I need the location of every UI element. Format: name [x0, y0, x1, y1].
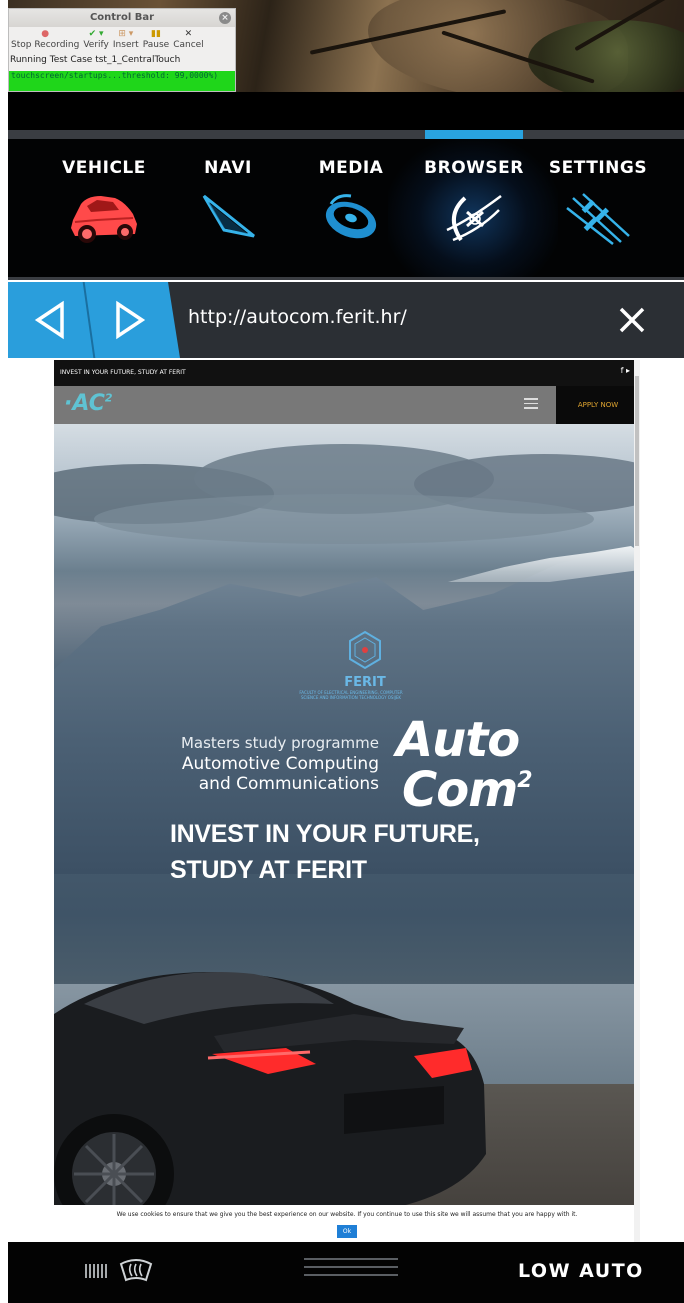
navigation-arrow-icon [202, 194, 255, 238]
tab-navi-label: NAVI [204, 158, 252, 178]
autocom-logo-auto: Auto [396, 712, 520, 768]
cookie-ok-button[interactable]: Ok [336, 1225, 358, 1238]
climate-mode-text[interactable]: LOW AUTO [518, 1260, 644, 1282]
tab-navi[interactable]: NAVI [168, 158, 288, 246]
ferit-subtitle: FACULTY OF ELECTRICAL ENGINEERING, COMPU… [299, 690, 403, 700]
social-icons[interactable]: f ▸ [621, 366, 630, 375]
pause-icon: ▮▮ [151, 29, 161, 39]
drawer-handle[interactable] [304, 1258, 398, 1280]
site-navigation: ·AC2 APPLY NOW [54, 386, 640, 424]
site-tagline: INVEST IN YOUR FUTURE, STUDY AT FERIT [60, 369, 186, 376]
tab-browser-label: BROWSER [424, 158, 524, 178]
site-logo[interactable]: ·AC2 [64, 391, 113, 416]
cancel-button[interactable]: ✕ Cancel [171, 29, 206, 53]
tab-media-label: MEDIA [318, 158, 384, 178]
tab-media[interactable]: MEDIA [291, 158, 411, 246]
settings-sliders-icon [566, 193, 630, 245]
active-tab-indicator [425, 130, 523, 139]
screen: Control Bar × ● Stop Recording ✔ ▾ Verif… [0, 0, 684, 1303]
status-band [8, 92, 684, 130]
close-icon[interactable]: × [219, 12, 231, 24]
cookie-message: We use cookies to ensure that we give yo… [116, 1211, 578, 1218]
ferit-logo: FERIT FACULTY OF ELECTRICAL ENGINEERING,… [299, 630, 406, 700]
climate-bar: LOW AUTO [8, 1242, 684, 1303]
programme-line-2: and Communications [198, 774, 379, 794]
insert-button[interactable]: ⊞ ▾ Insert [111, 29, 141, 53]
browser-globe-icon [446, 194, 502, 242]
check-icon: ✔ ▾ [88, 29, 104, 39]
pause-button[interactable]: ▮▮ Pause [141, 29, 171, 53]
hero-heading-line-1: INVEST IN YOUR FUTURE, [170, 820, 480, 848]
tab-settings[interactable]: SETTINGS [538, 158, 658, 246]
control-bar-title: Control Bar × [9, 9, 235, 27]
site-top-bar: INVEST IN YOUR FUTURE, STUDY AT FERIT f … [54, 360, 640, 386]
rear-defrost-icon[interactable] [84, 1262, 110, 1280]
front-defrost-icon[interactable] [118, 1256, 154, 1284]
car-icon [71, 196, 137, 243]
url-field[interactable]: http://autocom.ferit.hr/ [188, 306, 407, 328]
hero-heading-line-2: STUDY AT FERIT [170, 856, 367, 884]
close-icon[interactable] [616, 304, 648, 336]
ferit-name: FERIT [344, 675, 386, 690]
tab-settings-label: SETTINGS [548, 158, 648, 178]
programme-line-1: Automotive Computing [181, 754, 379, 774]
hypercar-image [54, 972, 486, 1234]
insert-icon: ⊞ ▾ [118, 29, 134, 39]
hamburger-menu-icon[interactable] [524, 398, 538, 410]
autocom-logo-com: Com2 [402, 762, 533, 818]
cancel-icon: ✕ [184, 29, 193, 39]
verify-button[interactable]: ✔ ▾ Verify [81, 29, 111, 53]
tab-vehicle-label: VEHICLE [62, 158, 146, 178]
back-arrow-icon[interactable] [32, 300, 68, 340]
main-tab-bar: VEHICLE NAVI MEDIA BROWSER SETTINGS [8, 130, 684, 280]
web-view[interactable]: INVEST IN YOUR FUTURE, STUDY AT FERIT f … [54, 360, 640, 1242]
scrollbar-thumb[interactable] [635, 376, 639, 546]
apply-now-button[interactable]: APPLY NOW [556, 386, 640, 424]
log-output: touchscreen/startups...threshold: 99,000… [9, 71, 235, 91]
stop-recording-button[interactable]: ● Stop Recording [9, 29, 81, 53]
hero-banner: FERIT FACULTY OF ELECTRICAL ENGINEERING,… [54, 424, 640, 1242]
cookie-banner: We use cookies to ensure that we give yo… [54, 1205, 640, 1242]
record-icon: ● [41, 29, 50, 39]
media-disc-icon [325, 194, 377, 239]
control-bar-window: Control Bar × ● Stop Recording ✔ ▾ Verif… [8, 8, 236, 92]
ferit-hexagon-icon [349, 630, 381, 670]
tab-vehicle[interactable]: VEHICLE [44, 158, 164, 246]
browser-url-bar: http://autocom.ferit.hr/ [8, 282, 684, 358]
masters-text: Masters study programme [180, 734, 379, 752]
test-status-text: Running Test Case tst_1_CentralTouch [10, 55, 181, 65]
tab-browser[interactable]: BROWSER [414, 158, 534, 246]
forward-arrow-icon[interactable] [112, 300, 148, 340]
